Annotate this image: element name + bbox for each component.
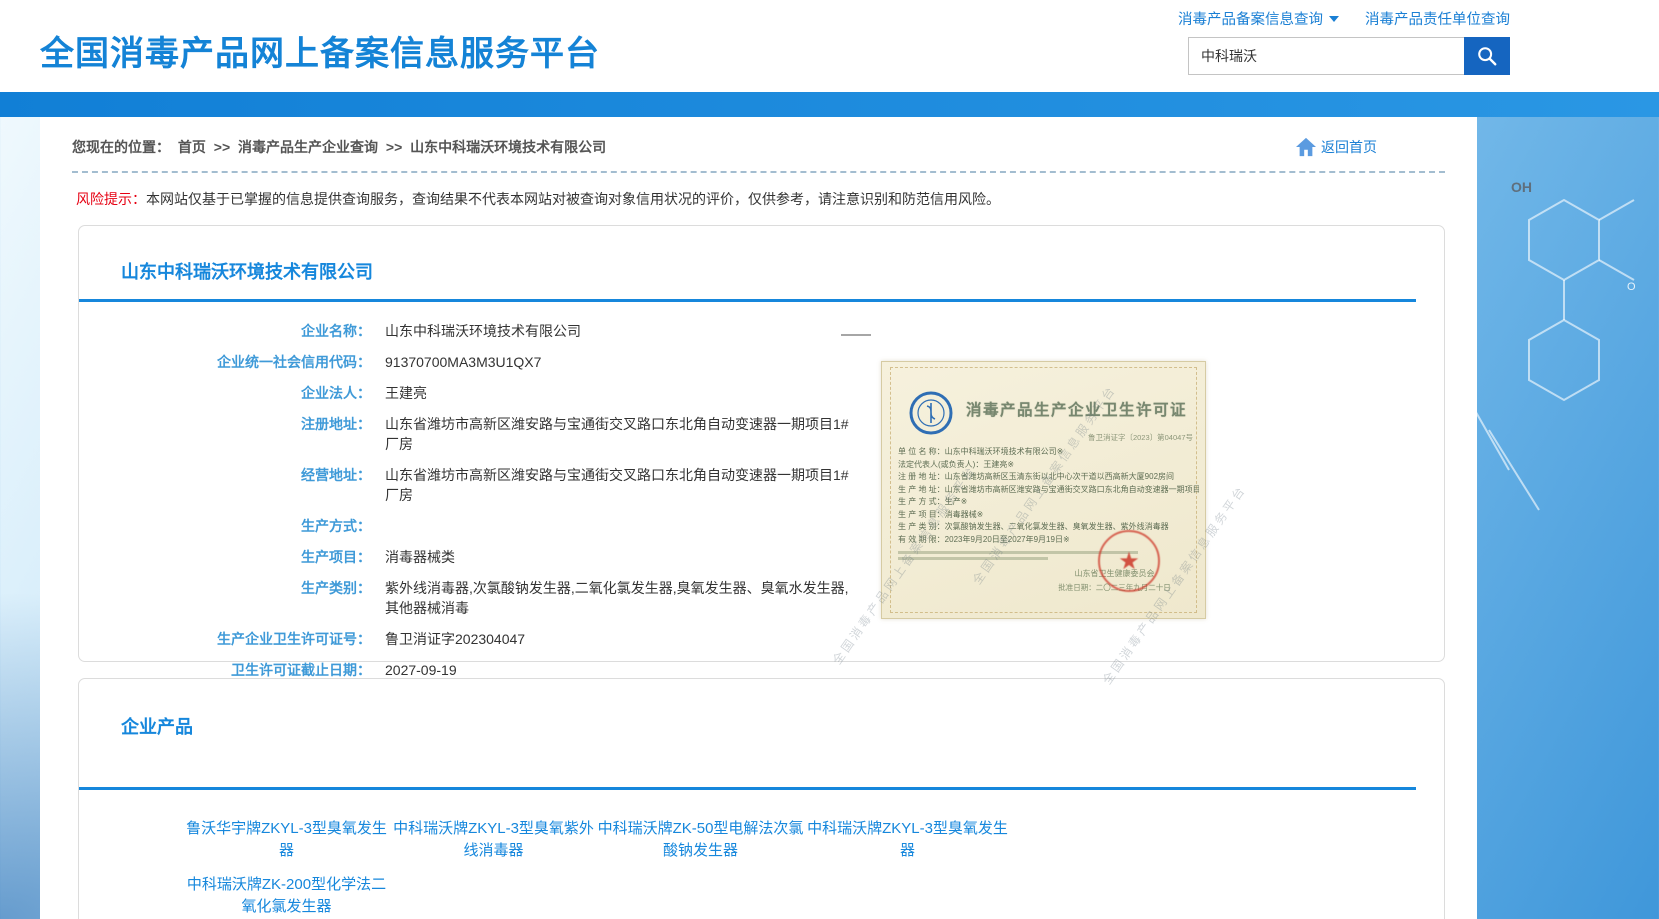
field-value: 消毒器械类 [385, 547, 855, 567]
info-field-row: 注册地址： 山东省潍坊市高新区潍安路与宝通街交叉路口东北角自动变速器一期项目1#… [79, 409, 1444, 460]
field-value: 山东省潍坊市高新区潍安路与宝通街交叉路口东北角自动变速器一期项目1#厂房 [385, 465, 855, 505]
certificate-line: 生 产 类 别：次氯酸钠发生器、二氧化氯发生器、臭氧发生器、紫外线消毒器 [898, 521, 1199, 534]
header-right-group: 消毒产品备案信息查询 消毒产品责任单位查询 [1090, 8, 1510, 75]
product-link[interactable]: 鲁沃华宇牌ZKYL-3型臭氧发生器 [183, 818, 390, 862]
breadcrumb-item-query[interactable]: 消毒产品生产企业查询 [238, 139, 378, 155]
certificate-line: 法定代表人(或负责人)：王建亮※ [898, 459, 1199, 472]
home-icon [1295, 137, 1317, 157]
breadcrumb-item-home[interactable]: 首页 [178, 139, 206, 155]
field-value: 鲁卫消证字202304047 [385, 629, 855, 649]
company-info-panel: 山东中科瑞沃环境技术有限公司 企业名称： 山东中科瑞沃环境技术有限公司 企业统一… [78, 225, 1445, 662]
field-value: 王建亮 [385, 383, 855, 403]
certificate-line: 生 产 项 目：消毒器械※ [898, 509, 1199, 522]
field-value: 91370700MA3M3U1QX7 [385, 352, 855, 372]
field-label: 经营地址： [79, 465, 371, 505]
info-field-row: 企业统一社会信用代码： 91370700MA3M3U1QX7 [79, 347, 1444, 378]
site-header: 全国消毒产品网上备案信息服务平台 消毒产品备案信息查询 消毒产品责任单位查询 [0, 0, 1659, 92]
risk-notice: 风险提示：本网站仅基于已掌握的信息提供查询服务，查询结果不代表本网站对被查询对象… [76, 189, 1445, 209]
field-value: 山东中科瑞沃环境技术有限公司 [385, 321, 855, 341]
info-field-row: 企业名称： 山东中科瑞沃环境技术有限公司 [79, 316, 1444, 347]
product-link[interactable]: 中科瑞沃牌ZK-50型电解法次氯酸钠发生器 [597, 818, 804, 862]
certificate-title: 消毒产品生产企业卫生许可证 [966, 398, 1202, 420]
scan-artifact-dash [841, 334, 871, 336]
nav-link-unit-query[interactable]: 消毒产品责任单位查询 [1365, 12, 1510, 28]
product-link[interactable]: 中科瑞沃牌ZKYL-3型臭氧发生器 [804, 818, 1011, 862]
field-label: 生产方式： [79, 516, 371, 536]
nav-link-record-query[interactable]: 消毒产品备案信息查询 [1178, 12, 1339, 28]
certificate-line: 生 产 方 式：生产※ [898, 496, 1199, 509]
red-seal-icon: ★ [1098, 530, 1160, 592]
info-field-row: 企业法人： 王建亮 [79, 378, 1444, 409]
info-field-row: 生产项目： 消毒器械类 [79, 542, 1444, 573]
dashed-divider [72, 171, 1445, 173]
field-label: 生产项目： [79, 547, 371, 567]
risk-notice-label: 风险提示： [76, 191, 146, 207]
background-molecule-decoration: OH O [1469, 100, 1659, 580]
info-field-row: 生产类别： 紫外线消毒器,次氯酸钠发生器,二氧化氯发生器,臭氧发生器、臭氧水发生… [79, 573, 1444, 624]
certificate-body: 单 位 名 称：山东中科瑞沃环境技术有限公司※ 法定代表人(或负责人)：王建亮※… [898, 446, 1199, 546]
license-certificate-image: 消毒产品生产企业卫生许可证 鲁卫消证字〔2023〕第04047号 单 位 名 称… [881, 361, 1206, 619]
header-accent-band [0, 92, 1659, 117]
panel-rule [79, 299, 1416, 302]
product-link[interactable]: 中科瑞沃牌ZK-200型化学法二氧化氯发生器 [183, 874, 390, 918]
top-nav: 消毒产品备案信息查询 消毒产品责任单位查询 [1090, 8, 1510, 29]
field-label: 注册地址： [79, 414, 371, 454]
seal-star: ★ [1118, 547, 1140, 576]
breadcrumb-separator: >> [214, 139, 230, 155]
risk-notice-text: 本网站仅基于已掌握的信息提供查询服务，查询结果不代表本网站对被查询对象信用状况的… [146, 191, 1000, 207]
svg-text:OH: OH [1511, 179, 1532, 195]
certificate-number: 鲁卫消证字〔2023〕第04047号 [1088, 432, 1193, 443]
search-button[interactable] [1464, 37, 1510, 75]
back-home-link[interactable]: 返回首页 [1295, 137, 1377, 157]
info-field-row: 经营地址： 山东省潍坊市高新区潍安路与宝通街交叉路口东北角自动变速器一期项目1#… [79, 460, 1444, 511]
info-field-row: 生产方式： [79, 511, 1444, 542]
search-box [1090, 37, 1510, 75]
info-field-row: 生产企业卫生许可证号： 鲁卫消证字202304047 [79, 624, 1444, 655]
certificate-line: 单 位 名 称：山东中科瑞沃环境技术有限公司※ [898, 446, 1199, 459]
products-panel-title: 企业产品 [121, 713, 1444, 739]
field-label: 企业名称： [79, 321, 371, 341]
field-label: 生产类别： [79, 578, 371, 618]
breadcrumb-prefix: 您现在的位置： [72, 139, 170, 155]
product-link[interactable]: 中科瑞沃牌ZKYL-3型臭氧紫外线消毒器 [390, 818, 597, 862]
field-value: 2027-09-19 [385, 660, 855, 680]
main-content: 您现在的位置： 首页 >> 消毒产品生产企业查询 >> 山东中科瑞沃环境技术有限… [40, 117, 1477, 919]
company-products-panel: 企业产品 鲁沃华宇牌ZKYL-3型臭氧发生器 中科瑞沃牌ZKYL-3型臭氧紫外线… [78, 678, 1445, 919]
field-label: 企业统一社会信用代码： [79, 352, 371, 372]
dropdown-caret-icon [1329, 16, 1339, 22]
breadcrumb-item-company: 山东中科瑞沃环境技术有限公司 [410, 139, 606, 155]
certificate-line: 生 产 地 址：山东省潍坊市高新区潍安路与宝通街交叉路口东北角自动变速器一期项目… [898, 484, 1199, 497]
breadcrumb-separator: >> [386, 139, 402, 155]
search-input[interactable] [1188, 37, 1464, 75]
certificate-line: 注 册 地 址：山东省潍坊高新区玉清东街以北中心次干道以西高新大厦902房间 [898, 471, 1199, 484]
panel-rule [79, 787, 1416, 790]
svg-text:O: O [1627, 281, 1636, 293]
company-panel-title: 山东中科瑞沃环境技术有限公司 [121, 258, 1444, 284]
field-value: 紫外线消毒器,次氯酸钠发生器,二氧化氯发生器,臭氧发生器、臭氧水发生器,其他器械… [385, 578, 855, 618]
nav-link-unit-query-label: 消毒产品责任单位查询 [1365, 12, 1510, 28]
field-value [385, 516, 855, 536]
back-home-label: 返回首页 [1321, 137, 1377, 157]
field-label: 生产企业卫生许可证号： [79, 629, 371, 649]
product-list: 鲁沃华宇牌ZKYL-3型臭氧发生器 中科瑞沃牌ZKYL-3型臭氧紫外线消毒器 中… [183, 818, 1043, 919]
company-fields: 企业名称： 山东中科瑞沃环境技术有限公司 企业统一社会信用代码： 9137070… [79, 316, 1444, 686]
site-title: 全国消毒产品网上备案信息服务平台 [40, 26, 600, 75]
field-label: 卫生许可证截止日期： [79, 660, 371, 680]
search-icon [1476, 45, 1498, 67]
emblem-icon [908, 390, 954, 436]
field-value: 山东省潍坊市高新区潍安路与宝通街交叉路口东北角自动变速器一期项目1#厂房 [385, 414, 855, 454]
nav-link-record-query-label: 消毒产品备案信息查询 [1178, 12, 1323, 28]
field-label: 企业法人： [79, 383, 371, 403]
breadcrumb: 您现在的位置： 首页 >> 消毒产品生产企业查询 >> 山东中科瑞沃环境技术有限… [72, 137, 610, 157]
